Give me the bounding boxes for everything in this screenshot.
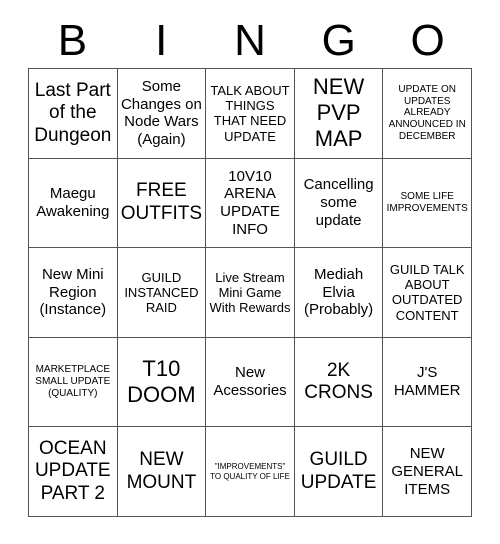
bingo-cell-label: NEW MOUNT (126, 449, 197, 493)
bingo-cell-label: New Acessories (213, 364, 287, 400)
bingo-cell[interactable]: "IMPROVEMENTS" TO QUALITY OF LIFE (206, 427, 295, 517)
bingo-cell[interactable]: NEW GENERAL ITEMS (383, 427, 472, 517)
header-letter-o: O (410, 16, 445, 65)
bingo-cell[interactable]: Last Part of the Dungeon (29, 69, 118, 159)
bingo-cell-label: J'S HAMMER (393, 364, 461, 400)
bingo-cell-label: Live Stream Mini Game With Rewards (209, 269, 291, 316)
bingo-cell-label: OCEAN UPDATE PART 2 (34, 438, 111, 504)
bingo-cell[interactable]: Mediah Elvia (Probably) (294, 248, 384, 338)
bingo-cell-label: Cancelling some update (303, 176, 374, 229)
header-letter-g: G (321, 16, 356, 65)
bingo-cell-label: GUILD INSTANCED RAID (124, 269, 199, 316)
bingo-cell[interactable]: GUILD INSTANCED RAID (117, 248, 207, 338)
bingo-card: B I N G O Last Part of the Dungeon Some … (0, 0, 500, 544)
bingo-cell-label: Maegu Awakening (36, 185, 110, 220)
bingo-cell-label: NEW GENERAL ITEMS (391, 445, 464, 498)
bingo-cell-label: GUILD TALK ABOUT OUTDATED CONTENT (389, 261, 465, 323)
bingo-cell[interactable]: Cancelling some update (294, 158, 384, 249)
bingo-grid: Last Part of the Dungeon Some Changes on… (28, 68, 472, 517)
bingo-cell-label: NEW PVP MAP (312, 74, 365, 152)
bingo-cell[interactable]: FREE OUTFITS (117, 158, 207, 249)
bingo-cell[interactable]: Live Stream Mini Game With Rewards (206, 248, 295, 338)
bingo-cell-label: New Mini Region (Instance) (39, 265, 107, 319)
bingo-cell-label: FREE OUTFITS (120, 180, 203, 224)
bingo-cell-label: UPDATE ON UPDATES ALREADY ANNOUNCED IN D… (388, 83, 466, 142)
bingo-cell[interactable]: T10 DOOM (117, 337, 207, 428)
bingo-cell[interactable]: New Acessories (206, 337, 295, 428)
bingo-cell[interactable]: New Mini Region (Instance) (29, 248, 118, 338)
bingo-cell-label: T10 DOOM (127, 356, 196, 408)
bingo-cell-label: SOME LIFE IMPROVEMENTS (386, 191, 468, 214)
bingo-cell[interactable]: MARKETPLACE SMALL UPDATE (QUALITY) (29, 337, 118, 428)
bingo-cell-label: Last Part of the Dungeon (34, 79, 112, 146)
bingo-cell-label: 2K CRONS (304, 359, 373, 404)
header-letter-i: I (155, 16, 168, 65)
header-letter-b: B (57, 16, 88, 65)
bingo-cell[interactable]: Some Changes on Node Wars (Again) (117, 69, 207, 159)
bingo-cell[interactable]: NEW PVP MAP (294, 69, 384, 159)
bingo-cell-label: 10V10 ARENA UPDATE INFO (220, 167, 280, 238)
bingo-cell-label: MARKETPLACE SMALL UPDATE (QUALITY) (35, 364, 111, 399)
bingo-cell[interactable]: NEW MOUNT (117, 427, 207, 517)
bingo-cell-label: TALK ABOUT THINGS THAT NEED UPDATE (210, 82, 290, 144)
bingo-cell[interactable]: OCEAN UPDATE PART 2 (29, 427, 118, 517)
bingo-cell[interactable]: SOME LIFE IMPROVEMENTS (383, 158, 472, 249)
bingo-cell-label: Some Changes on Node Wars (Again) (120, 77, 202, 148)
bingo-cell[interactable]: Maegu Awakening (29, 158, 118, 249)
bingo-cell-label: Mediah Elvia (Probably) (303, 265, 374, 319)
bingo-header: B I N G O (28, 14, 472, 68)
bingo-cell[interactable]: UPDATE ON UPDATES ALREADY ANNOUNCED IN D… (383, 69, 472, 159)
bingo-cell[interactable]: TALK ABOUT THINGS THAT NEED UPDATE (206, 69, 295, 159)
bingo-cell[interactable]: GUILD UPDATE (294, 427, 384, 517)
header-letter-n: N (234, 16, 266, 65)
bingo-cell-label: GUILD UPDATE (300, 449, 377, 493)
bingo-cell[interactable]: GUILD TALK ABOUT OUTDATED CONTENT (383, 248, 472, 338)
bingo-cell[interactable]: 10V10 ARENA UPDATE INFO (206, 158, 295, 249)
bingo-cell[interactable]: 2K CRONS (294, 337, 384, 428)
bingo-cell[interactable]: J'S HAMMER (383, 337, 472, 428)
bingo-cell-label: "IMPROVEMENTS" TO QUALITY OF LIFE (210, 462, 290, 481)
